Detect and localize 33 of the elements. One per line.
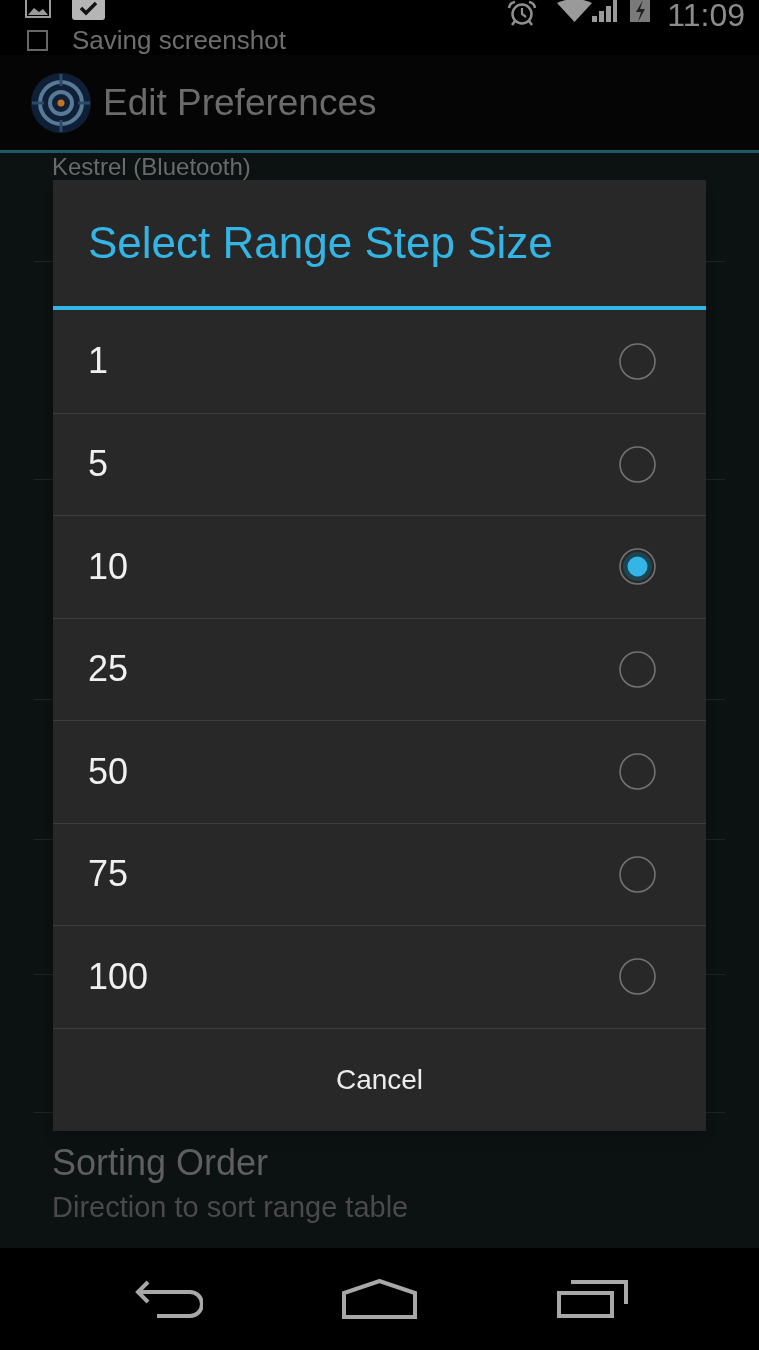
radio-button[interactable]: [619, 855, 656, 893]
option-item[interactable]: 100: [53, 925, 706, 1028]
option-item[interactable]: 75: [53, 822, 706, 925]
recents-icon[interactable]: [557, 1280, 628, 1318]
home-icon[interactable]: [342, 1279, 417, 1319]
preference-summary: Direction to sort range table: [52, 1190, 409, 1224]
cancel-button[interactable]: Cancel: [53, 1027, 706, 1131]
dialog-title: Select Range Step Size: [88, 221, 553, 265]
target-icon: [30, 71, 92, 134]
notification-ticker-text: Saving screenshot: [72, 26, 286, 54]
square-icon: [27, 29, 48, 51]
option-item[interactable]: 1: [53, 310, 706, 413]
option-item[interactable]: 5: [53, 412, 706, 515]
radio-button[interactable]: [619, 445, 656, 483]
radio-button[interactable]: [619, 548, 656, 586]
back-icon[interactable]: [135, 1280, 203, 1318]
status-time: 11:09: [667, 0, 745, 30]
option-item[interactable]: 10: [53, 515, 706, 618]
radio-button[interactable]: [619, 958, 656, 996]
alarm-clock-icon: [507, 0, 538, 26]
radio-button[interactable]: [619, 342, 656, 380]
signal-icon: [592, 0, 618, 22]
option-item[interactable]: 25: [53, 617, 706, 720]
picture-icon: [25, 0, 51, 18]
option-item[interactable]: 50: [53, 720, 706, 823]
preference-title: Sorting Order: [52, 1143, 269, 1183]
preference-title: Kestrel (Bluetooth): [52, 153, 251, 180]
checkbox-icon: [72, 0, 105, 20]
screen-title: Edit Preferences: [103, 84, 377, 121]
radio-button[interactable]: [619, 650, 656, 688]
radio-button[interactable]: [619, 753, 656, 791]
wifi-icon: [557, 0, 593, 22]
battery-icon: [630, 0, 651, 22]
